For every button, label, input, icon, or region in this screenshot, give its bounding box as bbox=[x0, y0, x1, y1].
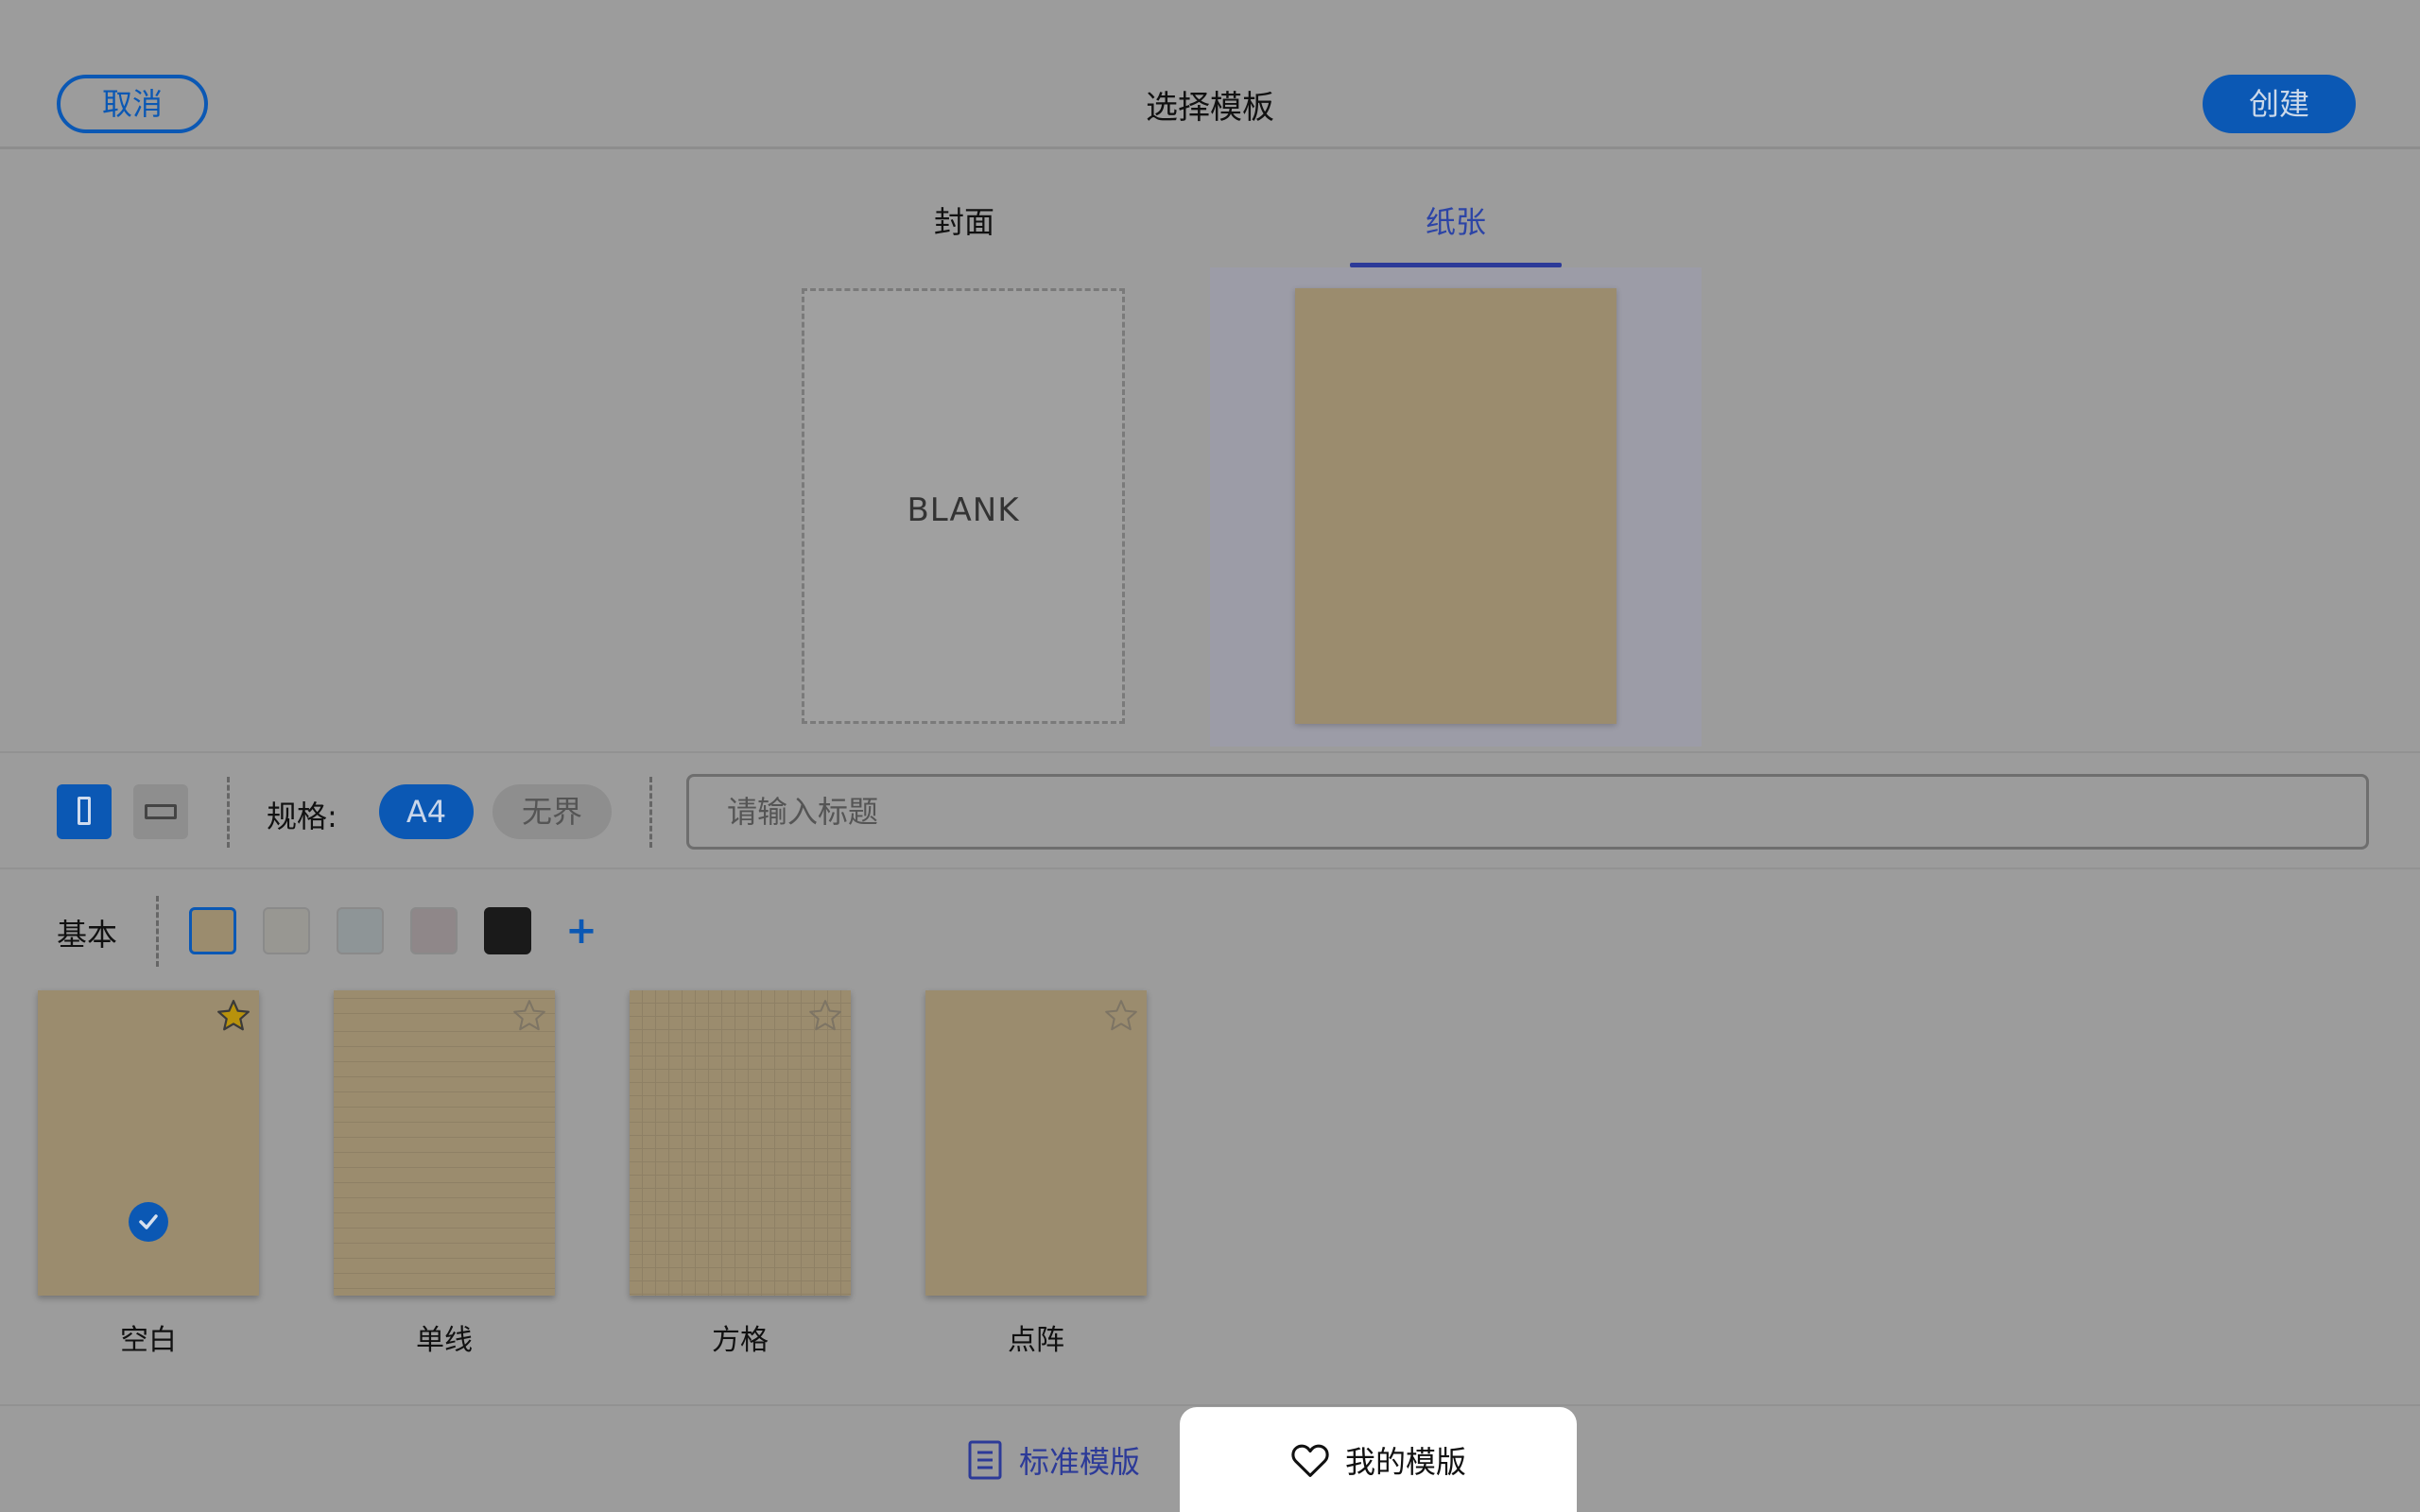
my-templates-label: 我的模版 bbox=[1344, 1443, 1466, 1480]
toolbar-divider bbox=[227, 777, 230, 848]
color-divider bbox=[156, 896, 159, 967]
header-bar: 取消 选择模板 创建 bbox=[0, 0, 2420, 149]
standard-templates-label: 标准模版 bbox=[1019, 1444, 1141, 1480]
color-swatch-blue-gray[interactable] bbox=[337, 907, 384, 954]
spec-option-a4[interactable]: A4 bbox=[379, 784, 474, 839]
tab-paper[interactable]: 纸张 bbox=[1347, 198, 1564, 242]
cover-preview-label: BLANK bbox=[907, 491, 1020, 529]
template-label: 方格 bbox=[712, 1324, 769, 1357]
color-swatch-white[interactable] bbox=[263, 907, 310, 954]
heart-icon bbox=[1291, 1444, 1329, 1477]
template-label: 点阵 bbox=[1008, 1324, 1064, 1357]
color-swatch-black[interactable] bbox=[484, 907, 531, 954]
create-button[interactable]: 创建 bbox=[2203, 75, 2356, 133]
template-card-dotted[interactable] bbox=[925, 990, 1147, 1296]
color-group-label: 基本 bbox=[57, 917, 118, 953]
color-swatch-pink-gray[interactable] bbox=[410, 907, 458, 954]
my-templates-tab[interactable]: 我的模版 bbox=[1180, 1407, 1577, 1512]
title-input[interactable] bbox=[686, 774, 2369, 850]
landscape-icon bbox=[145, 804, 177, 819]
spec-option-unbounded[interactable]: 无界 bbox=[493, 784, 612, 839]
portrait-icon bbox=[78, 797, 91, 825]
document-list-icon bbox=[968, 1440, 1002, 1480]
page-title: 选择模板 bbox=[1146, 89, 1274, 127]
favorite-star-icon[interactable] bbox=[216, 998, 251, 1034]
selected-check-icon bbox=[129, 1202, 168, 1242]
options-toolbar: 规格: A4 无界 bbox=[0, 751, 2420, 869]
toolbar-divider bbox=[649, 777, 652, 848]
favorite-star-icon[interactable] bbox=[1103, 998, 1139, 1034]
landscape-orientation-button[interactable] bbox=[133, 784, 188, 839]
add-color-button[interactable]: + bbox=[558, 907, 605, 954]
template-card-lined[interactable] bbox=[334, 990, 555, 1296]
paper-preview[interactable] bbox=[1295, 288, 1616, 724]
bottom-divider bbox=[0, 1404, 2420, 1406]
template-label: 空白 bbox=[120, 1324, 177, 1357]
template-card-blank[interactable] bbox=[38, 990, 259, 1296]
template-card-grid[interactable] bbox=[630, 990, 851, 1296]
tab-cover[interactable]: 封面 bbox=[856, 198, 1073, 242]
standard-templates-tab[interactable]: 标准模版 bbox=[966, 1436, 1140, 1484]
template-label: 单线 bbox=[416, 1324, 473, 1357]
cover-preview[interactable]: BLANK bbox=[802, 288, 1125, 724]
portrait-orientation-button[interactable] bbox=[57, 784, 112, 839]
spec-label: 规格: bbox=[267, 799, 337, 834]
favorite-star-icon[interactable] bbox=[807, 998, 843, 1034]
favorite-star-icon[interactable] bbox=[511, 998, 547, 1034]
color-swatch-tan[interactable] bbox=[189, 907, 236, 954]
